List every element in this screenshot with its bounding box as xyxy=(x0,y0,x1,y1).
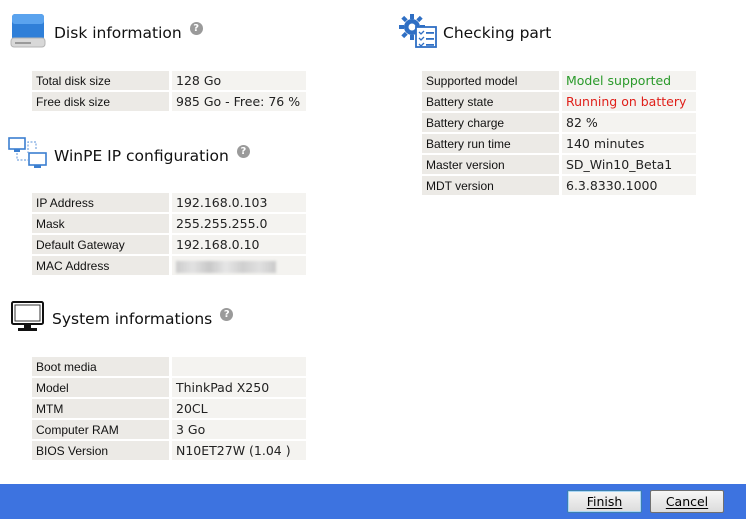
checking-section-title: Checking part xyxy=(443,24,552,42)
mask-label: Mask xyxy=(32,214,169,233)
battery-charge-label: Battery charge xyxy=(422,113,559,132)
system-help-icon[interactable]: ? xyxy=(220,307,234,321)
checking-info-table: Supported model Model supported Battery … xyxy=(422,69,696,197)
battery-state-value: Running on battery xyxy=(562,92,696,111)
disk-section-title: Disk information xyxy=(54,24,182,42)
table-row: Battery run time 140 minutes xyxy=(422,134,696,153)
battery-state-label: Battery state xyxy=(422,92,559,111)
disk-total-value: 128 Go xyxy=(172,71,306,90)
table-row: MTM 20CL xyxy=(32,399,306,418)
battery-runtime-value: 140 minutes xyxy=(562,134,696,153)
model-value: ThinkPad X250 xyxy=(172,378,306,397)
table-row: Default Gateway 192.168.0.10 xyxy=(32,235,306,254)
network-section-header: WinPE IP configuration ? xyxy=(8,136,250,176)
model-label: Model xyxy=(32,378,169,397)
gateway-label: Default Gateway xyxy=(32,235,169,254)
mtm-label: MTM xyxy=(32,399,169,418)
disk-free-value: 985 Go - Free: 76 % xyxy=(172,92,306,111)
boot-media-label: Boot media xyxy=(32,357,169,376)
table-row: IP Address 192.168.0.103 xyxy=(32,193,306,212)
supported-model-label: Supported model xyxy=(422,71,559,90)
table-row: BIOS Version N10ET27W (1.04 ) xyxy=(32,441,306,460)
mtm-value: 20CL xyxy=(172,399,306,418)
network-computers-icon xyxy=(8,136,48,176)
disk-info-table: Total disk size 128 Go Free disk size 98… xyxy=(32,69,306,113)
bios-version-value: N10ET27W (1.04 ) xyxy=(172,441,306,460)
supported-model-value: Model supported xyxy=(562,71,696,90)
hard-disk-icon xyxy=(10,12,46,54)
battery-charge-value: 82 % xyxy=(562,113,696,132)
ram-label: Computer RAM xyxy=(32,420,169,439)
table-row: MDT version 6.3.8330.1000 xyxy=(422,176,696,195)
table-row: Total disk size 128 Go xyxy=(32,71,306,90)
mask-value: 255.255.255.0 xyxy=(172,214,306,233)
master-version-label: Master version xyxy=(422,155,559,174)
table-row: Master version SD_Win10_Beta1 xyxy=(422,155,696,174)
gateway-value: 192.168.0.10 xyxy=(172,235,306,254)
disk-section-header: Disk information ? xyxy=(10,12,203,54)
disk-help-icon[interactable]: ? xyxy=(189,21,203,35)
table-row: Battery charge 82 % xyxy=(422,113,696,132)
finish-button-label: Finish xyxy=(586,494,623,509)
network-section-title: WinPE IP configuration xyxy=(54,147,229,165)
system-section-title: System informations xyxy=(52,310,213,328)
table-row: Boot media xyxy=(32,357,306,376)
bios-version-label: BIOS Version xyxy=(32,441,169,460)
table-row: Model ThinkPad X250 xyxy=(32,378,306,397)
system-info-table: Boot media Model ThinkPad X250 MTM 20CL … xyxy=(32,355,306,462)
battery-runtime-label: Battery run time xyxy=(422,134,559,153)
master-version-value: SD_Win10_Beta1 xyxy=(562,155,696,174)
table-row: Battery state Running on battery xyxy=(422,92,696,111)
network-help-icon[interactable]: ? xyxy=(236,144,250,158)
disk-free-label: Free disk size xyxy=(32,92,169,111)
mdt-version-label: MDT version xyxy=(422,176,559,195)
mac-address-value xyxy=(172,256,306,275)
cancel-button[interactable]: Cancel xyxy=(650,490,724,513)
disk-total-label: Total disk size xyxy=(32,71,169,90)
ip-address-label: IP Address xyxy=(32,193,169,212)
table-row: MAC Address xyxy=(32,256,306,275)
boot-media-value xyxy=(172,357,306,376)
network-info-table: IP Address 192.168.0.103 Mask 255.255.25… xyxy=(32,191,306,277)
monitor-icon xyxy=(10,300,46,338)
table-row: Mask 255.255.255.0 xyxy=(32,214,306,233)
system-section-header: System informations ? xyxy=(10,300,234,338)
ip-address-value: 192.168.0.103 xyxy=(172,193,306,212)
table-row: Computer RAM 3 Go xyxy=(32,420,306,439)
table-row: Supported model Model supported xyxy=(422,71,696,90)
finish-button[interactable]: Finish xyxy=(567,490,642,513)
gear-checklist-icon xyxy=(398,13,438,53)
cancel-button-label: Cancel xyxy=(665,494,709,509)
ram-value: 3 Go xyxy=(172,420,306,439)
table-row: Free disk size 985 Go - Free: 76 % xyxy=(32,92,306,111)
redacted-mac xyxy=(176,260,276,273)
checking-section-header: Checking part xyxy=(398,13,551,53)
mac-address-label: MAC Address xyxy=(32,256,169,275)
mdt-version-value: 6.3.8330.1000 xyxy=(562,176,696,195)
